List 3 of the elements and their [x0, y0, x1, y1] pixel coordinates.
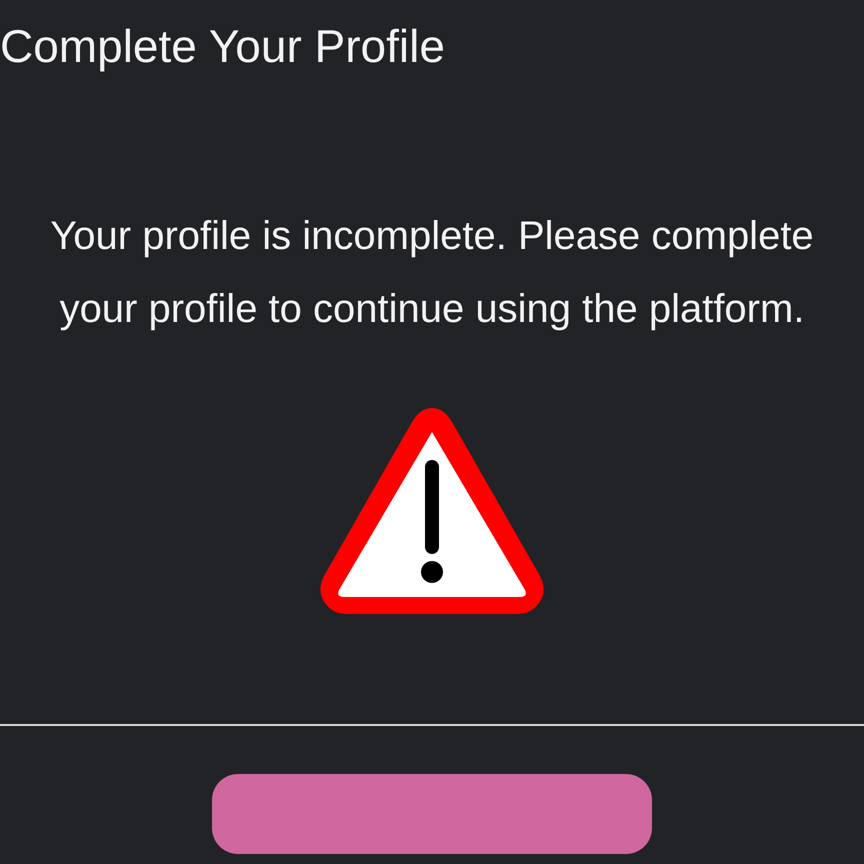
page-title: Complete Your Profile: [0, 19, 445, 74]
button[interactable]: [212, 774, 652, 854]
incomplete-profile-message: Your profile is incomplete. Please complete your profile to continue using the platform.: [49, 213, 815, 333]
